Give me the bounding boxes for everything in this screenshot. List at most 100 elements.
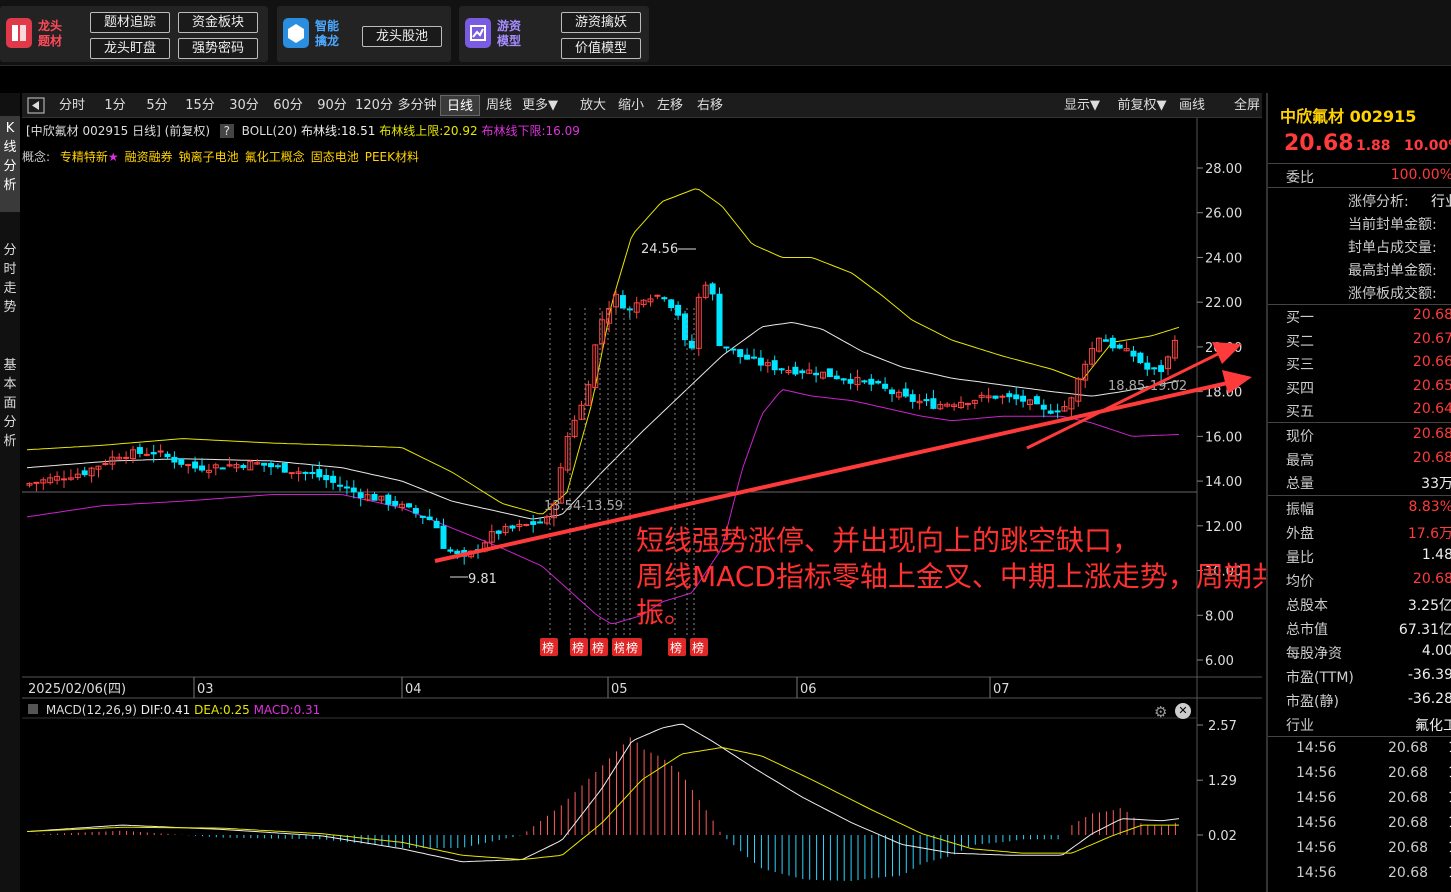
- candle-body: [240, 465, 247, 468]
- zt-row: 最高封单金额:: [1268, 258, 1451, 281]
- candle-body: [1102, 339, 1109, 342]
- period-button-10[interactable]: 周线: [480, 95, 518, 116]
- price-tick-label: 16.00: [1205, 430, 1242, 445]
- price-tick-label: 10.00: [1205, 565, 1242, 580]
- stat-value: 3.25亿: [1407, 598, 1451, 614]
- bid-price: 20.65: [1412, 377, 1451, 394]
- period-button-5[interactable]: 60分: [266, 95, 310, 116]
- tab-intraday[interactable]: 分 时 走 势: [0, 238, 20, 324]
- bid-price: 20.67: [1412, 330, 1451, 347]
- low-mark-label: 9.81: [468, 572, 497, 587]
- candle-body: [682, 313, 688, 341]
- toolbar-right-button-2[interactable]: 画线: [1177, 95, 1207, 116]
- bid-label: 买一: [1286, 310, 1314, 326]
- period-button-6[interactable]: 90分: [310, 95, 354, 116]
- group-title: 游资 模型: [497, 19, 522, 48]
- period-button-9[interactable]: 日线: [440, 95, 480, 116]
- leader-watch-button[interactable]: 龙头盯盘: [90, 38, 170, 59]
- zt-row: 封单占成交量:: [1268, 235, 1451, 258]
- zt-industry-tag[interactable]: 行业: [1431, 191, 1451, 211]
- strong-code-button[interactable]: 强势密码: [178, 38, 258, 59]
- fund-sector-button[interactable]: 资金板块: [178, 12, 258, 33]
- back-icon[interactable]: [26, 95, 46, 116]
- tab-fundamental[interactable]: 基 本 面 分 析: [0, 353, 20, 461]
- stat-label: 总股本: [1286, 598, 1328, 614]
- bid-row: 买一 20.68: [1268, 305, 1451, 328]
- candle-body: [799, 370, 806, 374]
- topic-track-button[interactable]: 题材追踪: [90, 12, 170, 33]
- period-button-14[interactable]: 左移: [650, 95, 690, 116]
- tick-price: 20.68: [1388, 740, 1429, 756]
- period-button-1[interactable]: 1分: [94, 95, 136, 116]
- gap-label: 13.54-13.59: [544, 499, 623, 514]
- kline-chart[interactable]: 28.0026.0024.0022.0020.0018.0016.0014.00…: [22, 118, 1262, 892]
- toolbar-right-button-1[interactable]: 前复权▼: [1112, 95, 1172, 116]
- tick-row: 14:5620.681: [1268, 788, 1451, 811]
- price-tick-label: 28.00: [1205, 162, 1242, 177]
- dragon-tiger-badge-label: 榜: [626, 640, 638, 655]
- stat-value: 1.48: [1421, 547, 1451, 563]
- candle-body: [157, 450, 164, 453]
- stat-label: 市盈(TTM): [1286, 670, 1354, 686]
- leader-pool-button[interactable]: 龙头股池: [362, 26, 442, 47]
- divider: [1268, 163, 1451, 164]
- tab-kline[interactable]: K 线 分 析: [0, 116, 20, 212]
- candle-body: [868, 378, 875, 385]
- gear-icon[interactable]: ⚙: [1154, 703, 1170, 721]
- period-button-13[interactable]: 缩小: [612, 95, 650, 116]
- period-button-0[interactable]: 分时: [50, 95, 94, 116]
- price-tick-label: 6.00: [1205, 654, 1234, 669]
- price-tick-label: 22.00: [1205, 296, 1242, 311]
- chart-icon: [465, 18, 491, 48]
- divider: [1268, 187, 1451, 188]
- candle-body: [433, 520, 440, 529]
- stat-label: 量比: [1286, 550, 1314, 566]
- period-button-4[interactable]: 30分: [222, 95, 266, 116]
- candle-body: [861, 380, 868, 383]
- toolbar-right-button-3[interactable]: 全屏: [1232, 95, 1262, 116]
- hot-money-button[interactable]: 游资擒妖: [561, 12, 641, 33]
- industry-value[interactable]: 氟化工: [1415, 715, 1451, 735]
- collapse-icon[interactable]: [28, 704, 38, 714]
- stat-value: 8.83%: [1408, 499, 1451, 515]
- group-smart-dragon: 智能 擒龙 龙头股池: [277, 6, 451, 62]
- period-button-3[interactable]: 15分: [178, 95, 222, 116]
- zt-row: 涨停板成交额:: [1268, 281, 1451, 304]
- period-button-8[interactable]: 多分钟: [394, 95, 440, 116]
- zt-label: 最高封单金额:: [1348, 263, 1437, 279]
- candle-body: [902, 388, 909, 397]
- period-button-12[interactable]: 放大: [574, 95, 612, 116]
- price-tick-label: 26.00: [1205, 207, 1242, 222]
- toolbar-right-button-0[interactable]: 显示▼: [1057, 95, 1107, 116]
- candle-body: [826, 368, 833, 378]
- zt-label: 封单占成交量:: [1348, 240, 1437, 256]
- candle-body: [136, 447, 143, 454]
- zt-row: 涨停分析: 行业: [1268, 189, 1451, 212]
- candle-body: [1040, 404, 1047, 410]
- period-button-2[interactable]: 5分: [136, 95, 178, 116]
- tick-price: 20.68: [1388, 790, 1429, 806]
- close-icon[interactable]: ✕: [1175, 703, 1191, 719]
- tick-time: 14:56: [1296, 740, 1337, 756]
- candle-body: [426, 516, 433, 521]
- bid-row: 买二 20.67: [1268, 329, 1451, 352]
- period-button-15[interactable]: 右移: [690, 95, 730, 116]
- candle-body: [668, 299, 675, 308]
- bid-label: 买四: [1286, 380, 1314, 397]
- candle-body: [274, 465, 281, 468]
- candle-body: [751, 356, 757, 359]
- value-model-button[interactable]: 价值模型: [561, 38, 641, 59]
- candle-body: [1020, 395, 1027, 402]
- candle-body: [343, 486, 350, 489]
- candle-body: [757, 357, 764, 366]
- candle-body: [309, 471, 316, 474]
- period-button-7[interactable]: 120分: [354, 95, 394, 116]
- boll-upper-line: [26, 188, 1180, 515]
- candle-body: [744, 354, 751, 360]
- period-button-11[interactable]: 更多▼: [518, 95, 562, 116]
- zt-label: 涨停分析:: [1348, 194, 1409, 210]
- candle-body: [509, 525, 516, 529]
- candle-body: [833, 375, 840, 380]
- price-tick-label: 24.00: [1205, 251, 1242, 266]
- stat-label: 现价: [1286, 429, 1314, 445]
